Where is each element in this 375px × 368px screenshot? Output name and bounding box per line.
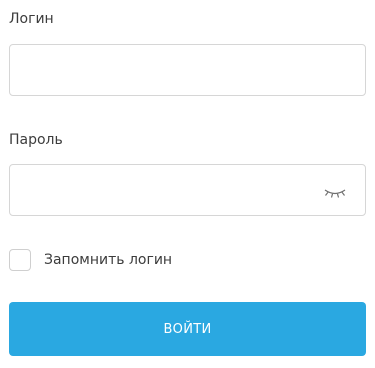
remember-login-row: Запомнить логин: [9, 248, 172, 272]
remember-login-checkbox[interactable]: [9, 249, 31, 271]
login-submit-button[interactable]: ВОЙТИ: [9, 302, 366, 356]
login-label: Логин: [9, 11, 54, 27]
password-field-wrapper: [9, 164, 366, 216]
password-input[interactable]: [10, 165, 365, 215]
password-label: Пароль: [9, 132, 63, 148]
remember-login-label[interactable]: Запомнить логин: [44, 252, 172, 268]
login-field-wrapper: [9, 44, 366, 96]
login-input[interactable]: [10, 45, 365, 95]
eye-closed-icon[interactable]: [323, 180, 347, 202]
